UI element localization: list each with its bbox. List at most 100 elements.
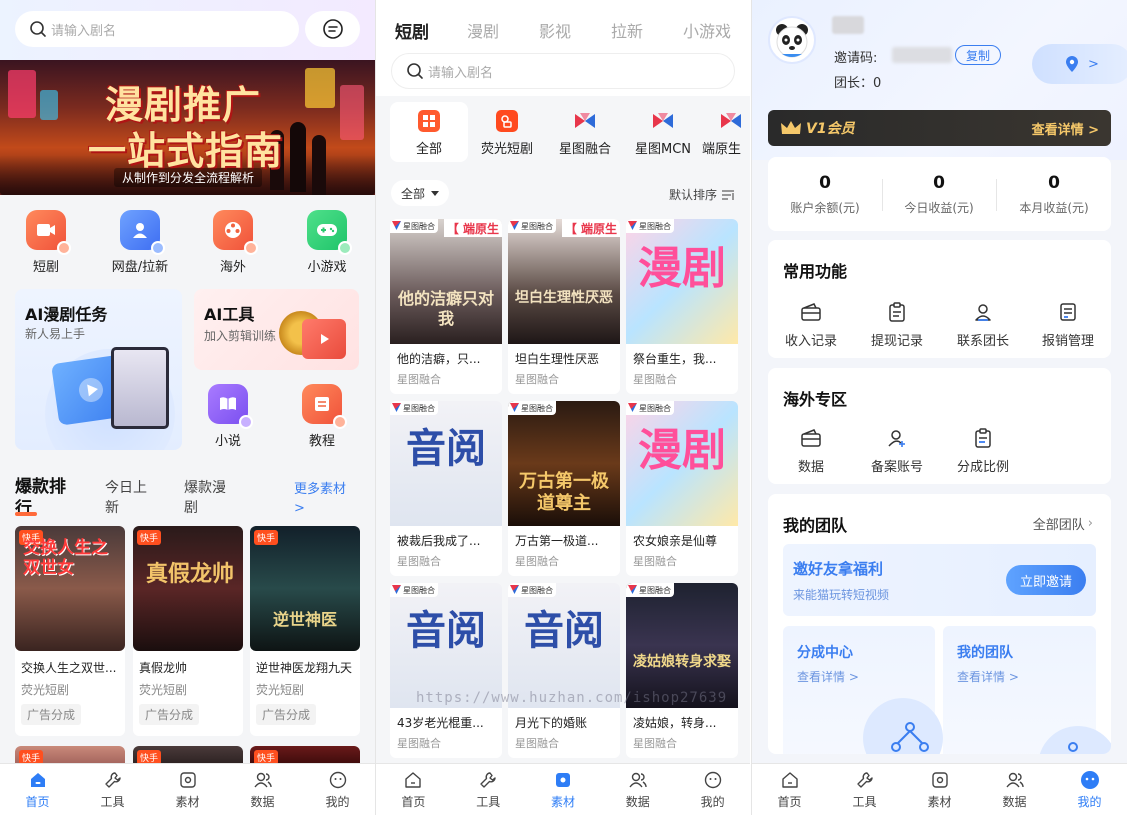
message-button[interactable] bbox=[305, 11, 360, 47]
source-tag: 星图融合 bbox=[390, 583, 438, 597]
source-yingguang[interactable]: 荧光短剧 bbox=[468, 102, 546, 162]
tab-data[interactable]: 数据 bbox=[600, 764, 675, 815]
tab-recruit[interactable]: 拉新 bbox=[611, 18, 643, 42]
overseas-data-button[interactable]: 数据 bbox=[768, 426, 854, 475]
quick-entry-mini-game[interactable]: 小游戏 bbox=[287, 210, 367, 275]
material-title: 被裁后我成了... bbox=[397, 534, 481, 548]
source-xingtu-fusion[interactable]: 星图融合 bbox=[546, 102, 624, 162]
stat-today[interactable]: 0 今日收益(元) bbox=[882, 173, 996, 216]
tab-materials[interactable]: 素材 bbox=[150, 764, 225, 815]
quick-entry-netdisk[interactable]: 网盘/拉新 bbox=[100, 210, 180, 275]
tab-data[interactable]: 数据 bbox=[225, 764, 300, 815]
material-card[interactable]: 星图融合 漫剧 祭台重生，我... 星图融合 bbox=[626, 219, 738, 394]
ai-comic-task-card[interactable]: AI漫剧任务 新人易上手 bbox=[15, 289, 182, 450]
cover-art-title: 漫剧 bbox=[638, 243, 726, 294]
tab-tools[interactable]: 工具 bbox=[75, 764, 150, 815]
tab-short-drama[interactable]: 短剧 bbox=[395, 18, 429, 43]
category-tabs: 短剧 漫剧 影视 拉新 小游戏 bbox=[376, 0, 750, 50]
drama-card[interactable]: 快手 真假龙帅 真假龙帅 荧光短剧 广告分成 bbox=[133, 526, 243, 736]
copy-button[interactable]: 复制 bbox=[955, 45, 1002, 65]
drama-poster: 快手 交换人生之双世女 bbox=[15, 526, 125, 651]
material-cover: 星图融合 音阅 bbox=[390, 401, 502, 526]
material-card[interactable]: 星图融合 音阅 被裁后我成了... 星图融合 bbox=[390, 401, 502, 576]
cover-art-title: 音阅 bbox=[406, 425, 486, 472]
drama-tag: 广告分成 bbox=[256, 704, 317, 725]
stat-balance[interactable]: 0 账户余额(元) bbox=[768, 173, 882, 216]
material-card[interactable]: 星图融合【 端原生 坦白生理性厌恶 坦白生理性厌恶 星图融合 bbox=[508, 219, 620, 394]
location-button[interactable]: > bbox=[1032, 44, 1127, 84]
filing-account-button[interactable]: 备案账号 bbox=[854, 426, 940, 475]
tab-materials[interactable]: 素材 bbox=[526, 764, 601, 815]
drama-card[interactable]: 快手 交换人生之双世女 交换人生之双世... 荧光短剧 广告分成 bbox=[15, 526, 125, 736]
tab-tools[interactable]: 工具 bbox=[827, 764, 902, 815]
material-source: 星图融合 bbox=[633, 555, 677, 568]
smile-icon bbox=[1080, 770, 1100, 790]
material-title: 凌姑娘，转身... bbox=[633, 716, 717, 730]
vip-bar[interactable]: V1会员 查看详情 > bbox=[768, 110, 1111, 146]
tab-film[interactable]: 影视 bbox=[539, 18, 571, 42]
share-center-link[interactable]: 查看详情 > bbox=[797, 668, 859, 685]
material-title: 43岁老光棍重... bbox=[397, 716, 484, 730]
tab-mini-game[interactable]: 小游戏 bbox=[683, 18, 731, 42]
invite-now-button[interactable]: 立即邀请 bbox=[1006, 565, 1086, 595]
tab-comic-drama[interactable]: 漫剧 bbox=[467, 18, 499, 42]
contact-leader-button[interactable]: 联系团长 bbox=[940, 300, 1026, 349]
wrench-icon bbox=[103, 770, 123, 790]
source-native[interactable]: 端原生 bbox=[702, 102, 750, 162]
tab-data[interactable]: 数据 bbox=[977, 764, 1052, 815]
materials-search-input[interactable]: 请输入剧名 bbox=[391, 53, 735, 89]
filter-dropdown[interactable]: 全部 bbox=[391, 180, 450, 206]
tab-home[interactable]: 首页 bbox=[0, 764, 75, 815]
wallet-icon bbox=[799, 300, 823, 324]
more-materials-link[interactable]: 更多素材 > bbox=[294, 480, 356, 518]
material-cover: 星图融合 漫剧 bbox=[626, 401, 738, 526]
source-xingtu-mcn[interactable]: 星图MCN bbox=[624, 102, 702, 162]
quick-entry-short-drama[interactable]: 短剧 bbox=[6, 210, 86, 275]
sort-button[interactable]: 默认排序 bbox=[669, 186, 735, 203]
tab-materials[interactable]: 素材 bbox=[902, 764, 977, 815]
quick-entry-overseas[interactable]: 海外 bbox=[193, 210, 273, 275]
share-center-card[interactable]: 分成中心 查看详情 > bbox=[783, 626, 943, 754]
material-card[interactable]: 星图融合 漫剧农女娘亲是仙尊 星图融合 bbox=[626, 401, 738, 576]
quick-entry-tutorial[interactable]: 教程 bbox=[282, 384, 362, 449]
income-record-button[interactable]: 收入记录 bbox=[768, 300, 854, 349]
team-overview-link[interactable]: 查看详情 > bbox=[957, 668, 1019, 685]
tab-active-indicator bbox=[15, 512, 37, 516]
withdraw-record-button[interactable]: 提现记录 bbox=[854, 300, 940, 349]
materials-icon bbox=[178, 770, 198, 790]
tab-profile[interactable]: 我的 bbox=[1052, 764, 1127, 815]
material-card[interactable]: 星图融合 凌姑娘转身求娶 凌姑娘，转身... 星图融合 bbox=[626, 583, 738, 758]
tab-hot-comic[interactable]: 爆款漫剧 bbox=[184, 478, 236, 518]
materials-icon bbox=[930, 770, 950, 790]
home-search-input[interactable]: 请输入剧名 bbox=[15, 11, 299, 47]
tab-profile[interactable]: 我的 bbox=[300, 764, 375, 815]
material-source: 星图融合 bbox=[515, 737, 559, 750]
team-overview-card[interactable]: 我的团队 查看详情 > bbox=[943, 626, 1111, 754]
material-card[interactable]: 星图融合 音阅 43岁老光棍重... 星图融合 bbox=[390, 583, 502, 758]
avatar[interactable] bbox=[768, 16, 816, 64]
sort-icon bbox=[722, 189, 735, 200]
crown-icon bbox=[781, 121, 801, 134]
reimbursement-button[interactable]: 报销管理 bbox=[1025, 300, 1111, 349]
tab-today-new[interactable]: 今日上新 bbox=[105, 478, 157, 518]
source-all[interactable]: 全部 bbox=[390, 102, 468, 162]
vip-details-link[interactable]: 查看详情 > bbox=[1032, 119, 1099, 138]
drama-card[interactable]: 快手 逆世神医 逆世神医龙翔九天 荧光短剧 广告分成 bbox=[250, 526, 360, 736]
stat-month[interactable]: 0 本月收益(元) bbox=[997, 173, 1111, 216]
material-card[interactable]: 星图融合 音阅 月光下的婚账 星图融合 bbox=[508, 583, 620, 758]
tab-home[interactable]: 首页 bbox=[376, 764, 451, 815]
quick-entry-label: 教程 bbox=[308, 434, 335, 449]
material-card[interactable]: 星图融合【 端原生 他的洁癖只对我 他的洁癖，只... 星图融合 bbox=[390, 219, 502, 394]
share-ratio-button[interactable]: 分成比例 bbox=[940, 426, 1026, 475]
quick-entry-novel[interactable]: 小说 bbox=[188, 384, 268, 449]
tab-tools[interactable]: 工具 bbox=[451, 764, 526, 815]
tab-profile[interactable]: 我的 bbox=[675, 764, 750, 815]
promo-banner[interactable]: 漫剧推广 一站式指南 从制作到分发全流程解析 bbox=[0, 60, 375, 195]
tab-home[interactable]: 首页 bbox=[752, 764, 827, 815]
material-source: 星图融合 bbox=[633, 373, 677, 386]
all-teams-link[interactable]: 全部团队 › bbox=[1033, 514, 1093, 533]
material-card[interactable]: 星图融合 万古第一极道尊主 万古第一极道... 星图融合 bbox=[508, 401, 620, 576]
material-cover: 星图融合 漫剧 bbox=[626, 219, 738, 344]
material-title: 农女娘亲是仙尊 bbox=[633, 534, 718, 548]
ai-tool-card[interactable]: AI工具 加入剪辑训练 bbox=[194, 289, 359, 370]
